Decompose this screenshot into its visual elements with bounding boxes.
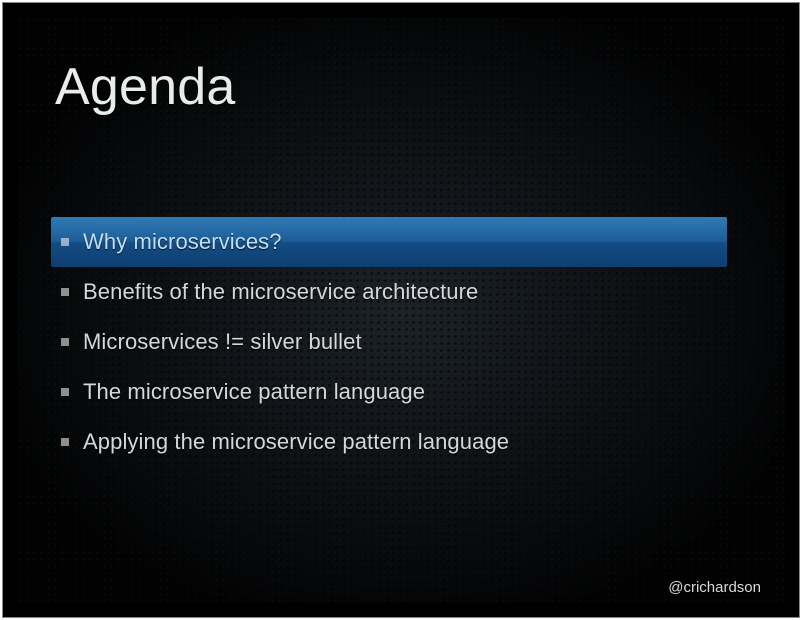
slide-frame: Agenda Why microservices? Benefits of th…: [2, 2, 800, 618]
agenda-item-label: Microservices != silver bullet: [83, 329, 362, 355]
bullet-icon: [61, 238, 69, 246]
agenda-item: The microservice pattern language: [51, 367, 745, 417]
agenda-item: Benefits of the microservice architectur…: [51, 267, 745, 317]
bullet-icon: [61, 438, 69, 446]
slide: Agenda Why microservices? Benefits of th…: [17, 17, 785, 602]
agenda-item: Why microservices?: [51, 217, 727, 267]
bullet-icon: [61, 288, 69, 296]
agenda-item-label: Applying the microservice pattern langua…: [83, 429, 509, 455]
agenda-item-label: Benefits of the microservice architectur…: [83, 279, 478, 305]
agenda-item: Microservices != silver bullet: [51, 317, 745, 367]
slide-footer: @crichardson: [668, 579, 761, 596]
agenda-item: Applying the microservice pattern langua…: [51, 417, 745, 467]
bullet-icon: [61, 388, 69, 396]
bullet-icon: [61, 338, 69, 346]
agenda-list: Why microservices? Benefits of the micro…: [51, 217, 745, 467]
agenda-item-label: Why microservices?: [83, 229, 282, 255]
slide-title: Agenda: [55, 57, 235, 117]
agenda-item-label: The microservice pattern language: [83, 379, 425, 405]
